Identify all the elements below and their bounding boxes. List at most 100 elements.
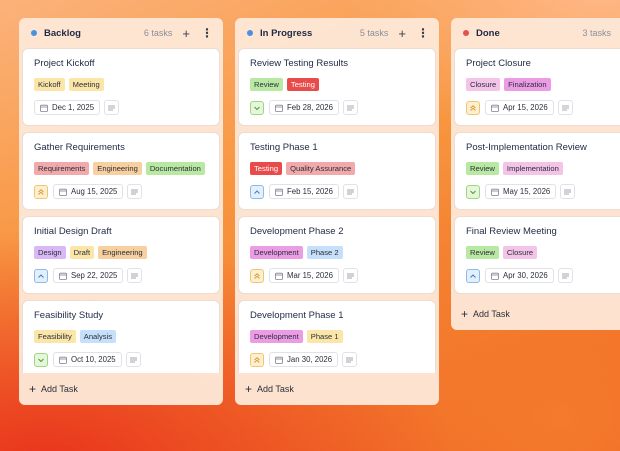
tag-list: Requirements Engineering Documentation (34, 162, 208, 175)
column-done: Done 3 tasks Project Closure Closure Fin… (451, 18, 620, 330)
card-meta: Feb 15, 2026 (250, 184, 424, 199)
notes-button[interactable] (342, 268, 358, 283)
column-backlog: Backlog 6 tasks + ⋮ Project Kickoff Kick… (19, 18, 223, 405)
notes-button[interactable] (342, 184, 358, 199)
due-date[interactable]: Apr 15, 2026 (485, 100, 554, 115)
priority-low-icon[interactable] (466, 184, 480, 199)
due-date[interactable]: Mar 15, 2026 (269, 268, 339, 283)
priority-medium-icon[interactable] (34, 268, 48, 283)
card-meta: Dec 1, 2025 (34, 100, 208, 115)
notes-icon (108, 105, 116, 110)
status-dot-icon (31, 30, 37, 36)
card-meta: Mar 15, 2026 (250, 268, 424, 283)
column-header: In Progress 5 tasks + ⋮ (235, 18, 439, 48)
status-dot-icon (247, 30, 253, 36)
tag-list: Feasibility Analysis (34, 330, 208, 343)
priority-high-icon[interactable] (34, 184, 48, 199)
notes-button[interactable] (127, 184, 143, 199)
add-icon[interactable]: + (182, 27, 190, 40)
card-list: Review Testing Results Review Testing Fe… (235, 48, 439, 373)
plus-icon: + (245, 382, 253, 396)
task-title: Feasibility Study (34, 310, 104, 321)
task-card[interactable]: Review Testing Results Review Testing Fe… (238, 48, 436, 126)
priority-high-icon[interactable] (250, 268, 264, 283)
tag: Review (466, 246, 499, 259)
task-card[interactable]: Development Phase 2 Development Phase 2 … (238, 216, 436, 294)
notes-button[interactable] (557, 268, 573, 283)
task-title: Review Testing Results (250, 58, 349, 69)
tag: Phase 2 (306, 246, 343, 259)
due-date[interactable]: Feb 28, 2026 (269, 100, 339, 115)
task-card[interactable]: Initial Design Draft Design Draft Engine… (22, 216, 220, 294)
priority-high-icon[interactable] (250, 352, 264, 367)
priority-low-icon[interactable] (250, 100, 264, 115)
tag: Development (250, 330, 303, 343)
card-list: Project Closure Closure Finalization Apr… (451, 48, 620, 298)
card-meta: Sep 22, 2025 (34, 268, 208, 283)
add-task-button[interactable]: + Add Task (451, 298, 620, 330)
task-card[interactable]: Final Review Meeting Review Closure Apr … (454, 216, 620, 294)
due-date-text: Apr 30, 2026 (503, 271, 548, 280)
task-card[interactable]: Gather Requirements Requirements Enginee… (22, 132, 220, 210)
priority-medium-icon[interactable] (250, 184, 264, 199)
due-date[interactable]: Oct 10, 2025 (53, 352, 122, 367)
add-task-button[interactable]: + Add Task (235, 373, 439, 405)
tag: Requirements (34, 162, 90, 175)
task-card[interactable]: Development Phase 1 Development Phase 1 … (238, 300, 436, 373)
due-date[interactable]: Dec 1, 2025 (34, 100, 101, 115)
task-title: Development Phase 1 (250, 310, 344, 321)
due-date[interactable]: Apr 30, 2026 (485, 268, 554, 283)
tag: Review (250, 78, 283, 91)
calendar-icon (491, 188, 499, 196)
tag: Draft (69, 246, 95, 259)
tag: Design (34, 246, 66, 259)
task-title: Final Review Meeting (466, 226, 557, 237)
task-card[interactable]: Project Closure Closure Finalization Apr… (454, 48, 620, 126)
tag-list: Closure Finalization (466, 78, 620, 91)
tag: Closure (466, 78, 501, 91)
task-title: Project Closure (466, 58, 531, 69)
due-date[interactable]: Jan 30, 2026 (269, 352, 339, 367)
calendar-icon (491, 104, 499, 112)
due-date-text: May 15, 2026 (503, 187, 551, 196)
card-meta: Jan 30, 2026 (250, 352, 424, 367)
priority-low-icon[interactable] (34, 352, 48, 367)
card-meta: May 15, 2026 (466, 184, 620, 199)
notes-button[interactable] (560, 184, 576, 199)
due-date[interactable]: Sep 22, 2025 (53, 268, 124, 283)
tag: Engineering (93, 162, 142, 175)
task-card[interactable]: Project Kickoff Kickoff Meeting Dec 1, 2… (22, 48, 220, 126)
notes-button[interactable] (342, 352, 358, 367)
add-task-button[interactable]: + Add Task (19, 373, 223, 405)
notes-icon (131, 273, 139, 278)
task-card[interactable]: Feasibility Study Feasibility Analysis O… (22, 300, 220, 373)
task-title: Project Kickoff (34, 58, 95, 69)
notes-icon (346, 189, 354, 194)
tag: Kickoff (34, 78, 65, 91)
more-options-icon[interactable]: ⋮ (417, 27, 429, 39)
due-date[interactable]: May 15, 2026 (485, 184, 557, 199)
notes-button[interactable] (342, 100, 358, 115)
due-date[interactable]: Aug 15, 2025 (53, 184, 124, 199)
task-card[interactable]: Post-Implementation Review Review Implem… (454, 132, 620, 210)
priority-medium-icon[interactable] (466, 268, 480, 283)
notes-button[interactable] (557, 100, 573, 115)
status-dot-icon (463, 30, 469, 36)
due-date[interactable]: Feb 15, 2026 (269, 184, 339, 199)
plus-icon: + (29, 382, 37, 396)
tag-list: Testing Quality Assurance (250, 162, 424, 175)
add-task-label: Add Task (41, 384, 78, 394)
plus-icon: + (461, 307, 469, 321)
more-options-icon[interactable]: ⋮ (201, 27, 213, 39)
task-title: Development Phase 2 (250, 226, 344, 237)
column-in-progress: In Progress 5 tasks + ⋮ Review Testing R… (235, 18, 439, 405)
task-card[interactable]: Testing Phase 1 Testing Quality Assuranc… (238, 132, 436, 210)
notes-button[interactable] (104, 100, 120, 115)
tag-list: Design Draft Engineering (34, 246, 208, 259)
add-icon[interactable]: + (398, 27, 406, 40)
column-header: Backlog 6 tasks + ⋮ (19, 18, 223, 48)
due-date-text: Apr 15, 2026 (503, 103, 548, 112)
notes-button[interactable] (125, 352, 141, 367)
notes-button[interactable] (127, 268, 143, 283)
priority-high-icon[interactable] (466, 100, 480, 115)
